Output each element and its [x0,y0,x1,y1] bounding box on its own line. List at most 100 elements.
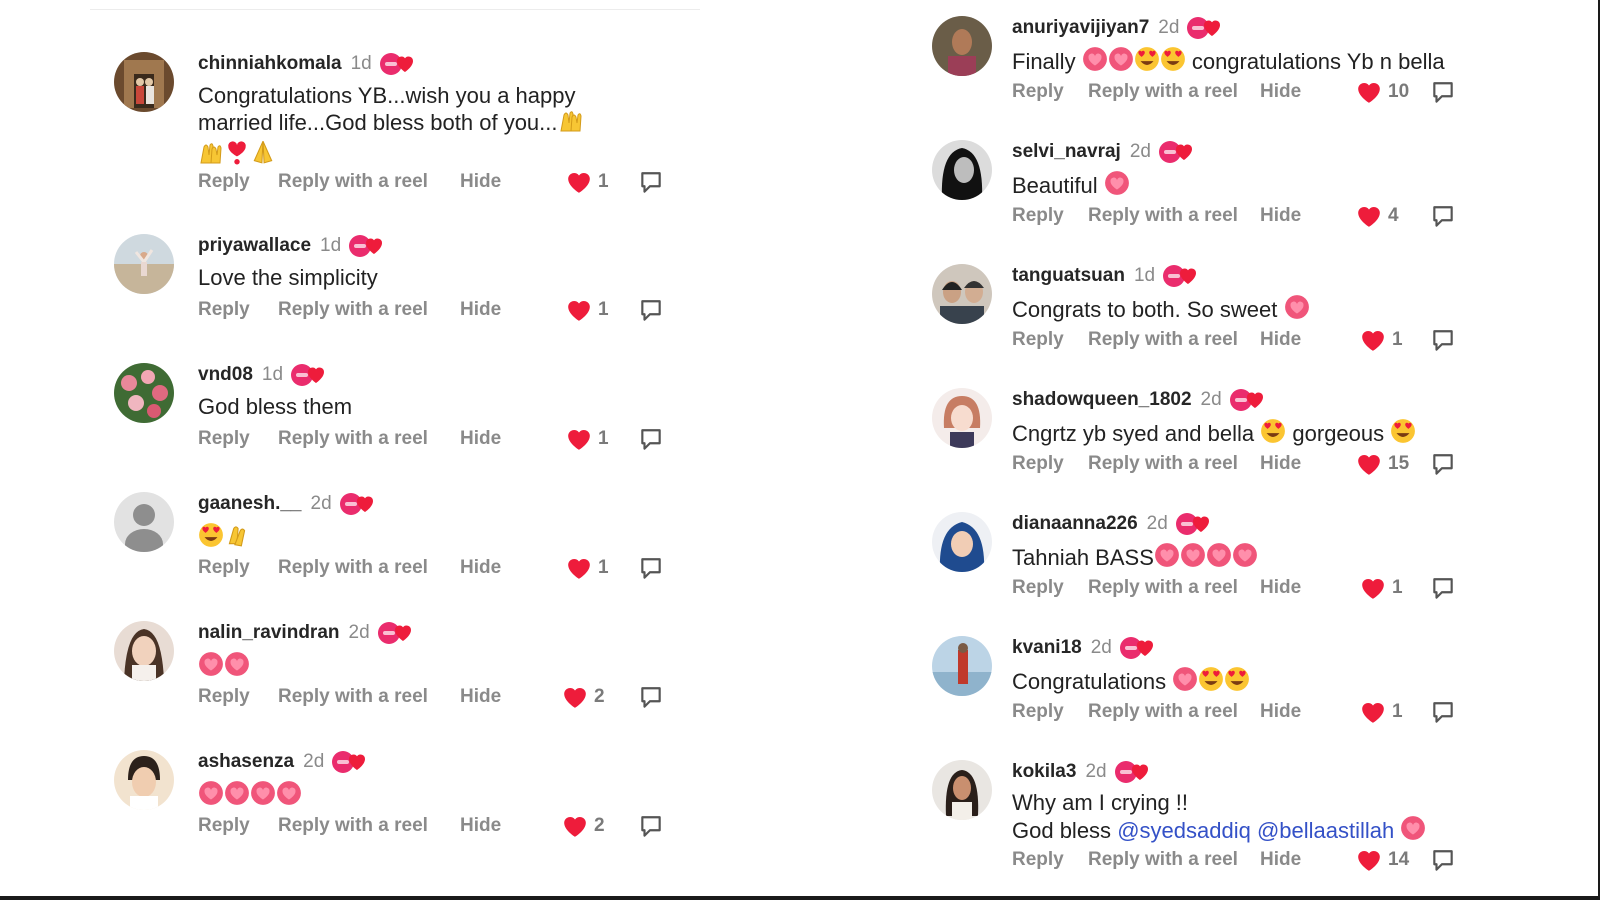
like-button[interactable]: 1 [566,170,609,194]
reply-button[interactable]: Reply [1012,698,1064,726]
avatar[interactable] [114,750,174,810]
username[interactable]: ashasenza [198,751,294,773]
reply-with-reel-button[interactable]: Reply with a reel [1088,78,1238,106]
heart-icon [1104,170,1130,202]
avatar[interactable] [114,52,174,112]
reply-with-reel-button[interactable]: Reply with a reel [1088,326,1238,354]
avatar[interactable] [114,492,174,552]
dislike-button[interactable] [638,556,664,582]
reply-with-reel-button[interactable]: Reply with a reel [278,296,428,324]
hide-button[interactable]: Hide [460,554,501,582]
username[interactable]: chinniahkomala [198,53,342,75]
hide-button[interactable]: Hide [460,812,501,840]
hide-button[interactable]: Hide [1260,698,1301,726]
avatar[interactable] [932,760,992,820]
reply-button[interactable]: Reply [198,812,250,840]
reply-button[interactable]: Reply [1012,846,1064,874]
dislike-button[interactable] [1430,328,1456,354]
reply-button[interactable]: Reply [198,168,250,196]
dislike-button[interactable] [638,170,664,196]
reply-button[interactable]: Reply [1012,450,1064,478]
dislike-button[interactable] [638,814,664,840]
timestamp: 2d [310,493,332,514]
dislike-button[interactable] [1430,452,1456,478]
reply-button[interactable]: Reply [198,425,250,453]
reply-with-reel-button[interactable]: Reply with a reel [278,812,428,840]
avatar[interactable] [932,388,992,448]
username[interactable]: anuriyavijiyan7 [1012,17,1149,39]
avatar[interactable] [932,512,992,572]
badge-icon [379,51,418,77]
speech-bubble-icon [1433,454,1453,475]
avatar[interactable] [114,234,174,294]
like-button[interactable]: 10 [1356,80,1409,104]
like-button[interactable]: 1 [566,556,609,580]
dislike-button[interactable] [1430,80,1456,106]
reply-with-reel-button[interactable]: Reply with a reel [278,683,428,711]
reply-button[interactable]: Reply [198,683,250,711]
hide-button[interactable]: Hide [460,168,501,196]
dislike-button[interactable] [1430,576,1456,602]
reply-button[interactable]: Reply [198,296,250,324]
reply-with-reel-button[interactable]: Reply with a reel [1088,574,1238,602]
reply-with-reel-button[interactable]: Reply with a reel [278,554,428,582]
like-button[interactable]: 1 [1360,328,1403,352]
like-button[interactable]: 2 [562,814,605,838]
timestamp: 2d [1090,637,1112,658]
reply-with-reel-button[interactable]: Reply with a reel [1088,450,1238,478]
like-button[interactable]: 1 [1360,700,1403,724]
username[interactable]: tanguatsuan [1012,265,1125,287]
username[interactable]: priyawallace [198,235,311,257]
avatar[interactable] [932,636,992,696]
hide-button[interactable]: Hide [1260,326,1301,354]
username[interactable]: nalin_ravindran [198,622,340,644]
reply-button[interactable]: Reply [1012,326,1064,354]
hide-button[interactable]: Hide [1260,846,1301,874]
reply-button[interactable]: Reply [198,554,250,582]
hide-button[interactable]: Hide [460,296,501,324]
like-button[interactable]: 15 [1356,452,1409,476]
like-button[interactable]: 4 [1356,204,1399,228]
reply-with-reel-button[interactable]: Reply with a reel [278,425,428,453]
hide-button[interactable]: Hide [1260,574,1301,602]
reply-with-reel-button[interactable]: Reply with a reel [278,168,428,196]
reply-with-reel-button[interactable]: Reply with a reel [1088,698,1238,726]
avatar[interactable] [932,264,992,324]
hide-button[interactable]: Hide [1260,78,1301,106]
reply-button[interactable]: Reply [1012,574,1064,602]
username[interactable]: gaanesh.__ [198,493,302,515]
username[interactable]: dianaanna226 [1012,513,1138,535]
like-button[interactable]: 14 [1356,848,1409,872]
username[interactable]: selvi_navraj [1012,141,1121,163]
reply-with-reel-button[interactable]: Reply with a reel [1088,202,1238,230]
avatar[interactable] [932,16,992,76]
avatar[interactable] [932,140,992,200]
like-button[interactable]: 1 [566,298,609,322]
reply-button[interactable]: Reply [1012,202,1064,230]
username[interactable]: kvani18 [1012,637,1082,659]
reply-with-reel-button[interactable]: Reply with a reel [1088,846,1238,874]
dislike-button[interactable] [638,685,664,711]
hide-button[interactable]: Hide [460,683,501,711]
heart-icon [198,780,224,812]
hide-button[interactable]: Hide [460,425,501,453]
speech-bubble-icon [1433,702,1453,723]
avatar[interactable] [114,363,174,423]
dislike-button[interactable] [638,427,664,453]
dislike-button[interactable] [1430,204,1456,230]
hide-button[interactable]: Hide [1260,450,1301,478]
hide-button[interactable]: Hide [1260,202,1301,230]
dislike-button[interactable] [1430,848,1456,874]
username[interactable]: vnd08 [198,364,253,386]
like-button[interactable]: 1 [566,427,609,451]
reply-button[interactable]: Reply [1012,78,1064,106]
like-button[interactable]: 2 [562,685,605,709]
avatar[interactable] [114,621,174,681]
username[interactable]: shadowqueen_1802 [1012,389,1192,411]
mention-link[interactable]: @bellaastillah [1257,818,1394,843]
like-button[interactable]: 1 [1360,576,1403,600]
dislike-button[interactable] [638,298,664,324]
username[interactable]: kokila3 [1012,761,1076,783]
mention-link[interactable]: @syedsaddiq [1117,818,1251,843]
dislike-button[interactable] [1430,700,1456,726]
